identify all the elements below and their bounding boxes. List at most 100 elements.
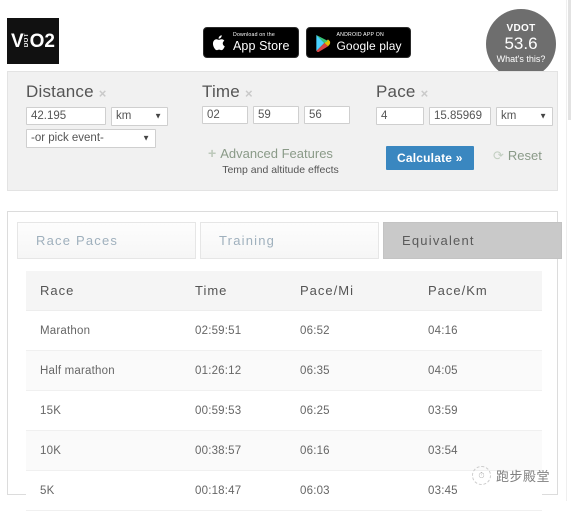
time-label-row: Time × (202, 82, 350, 102)
clear-distance-icon[interactable]: × (99, 87, 107, 100)
table-cell: 04:05 (414, 350, 542, 391)
vdoto2-logo[interactable]: V DOT O2 (7, 18, 59, 64)
app-page: V DOT O2 Download on the App Store ANDRO… (0, 0, 572, 511)
time-hours-input[interactable] (202, 106, 248, 124)
pace-seconds-input[interactable] (429, 106, 491, 125)
table-cell: 02:59:51 (181, 310, 286, 351)
table-head: Race Time Pace/Mi Pace/Km (26, 271, 542, 311)
table-row: Marathon 02:59:51 06:52 04:16 (26, 310, 542, 351)
advanced-features-subtitle: Temp and altitude effects (222, 164, 339, 176)
pick-event-wrap: -or pick event-MarathonHalf marathon15K1… (26, 128, 156, 148)
table-row: 10K 00:38:57 06:16 03:54 (26, 430, 542, 471)
table-cell: 00:18:47 (181, 470, 286, 511)
google-play-title: Google play (336, 39, 402, 54)
tab-race-paces[interactable]: Race Paces (17, 222, 196, 259)
distance-field-group: Distance × kmmim ▼ (26, 82, 168, 126)
distance-inputs: kmmim ▼ (26, 106, 168, 126)
refresh-icon: ⟳ (493, 148, 504, 163)
app-store-badge[interactable]: Download on the App Store (203, 27, 299, 58)
results-card: Race Paces Training Equivalent Race Time P… (7, 211, 562, 511)
equivalent-table: Race Time Pace/Mi Pace/Km Marathon 02:59:51 0… (26, 271, 542, 511)
play-triangle-icon (315, 34, 331, 52)
table-row: 15K 00:59:53 06:25 03:59 (26, 390, 542, 431)
watermark: ⏱ 跑步殿堂 (472, 466, 550, 485)
reset-label: Reset (507, 148, 542, 163)
distance-unit-wrap: kmmim ▼ (111, 106, 168, 126)
pace-inputs: kmmi ▼ (376, 106, 553, 126)
plus-icon: + (208, 145, 217, 161)
pace-unit-select[interactable]: kmmi (496, 106, 553, 126)
table-column-header: Pace/Km (414, 271, 542, 311)
table-cell: 03:59 (414, 390, 542, 431)
pace-unit-wrap: kmmi ▼ (496, 106, 553, 126)
table-header-row: Race Time Pace/Mi Pace/Km (26, 271, 542, 311)
vdot-value: 53.6 (504, 34, 538, 54)
time-minutes-input[interactable] (253, 106, 299, 124)
pace-field-group: Pace × kmmi ▼ (376, 82, 553, 126)
clear-pace-icon[interactable]: × (421, 87, 429, 100)
tab-equivalent[interactable]: Equivalent (383, 222, 562, 259)
google-play-subtitle: ANDROID APP ON (336, 31, 384, 38)
pace-label-row: Pace × (376, 82, 553, 102)
table-cell: 10K (26, 430, 181, 471)
reset-button[interactable]: ⟳ Reset (493, 148, 542, 163)
distance-unit-select[interactable]: kmmim (111, 106, 168, 126)
watermark-text: 跑步殿堂 (496, 470, 551, 485)
app-store-title: App Store (233, 38, 290, 53)
advanced-features-title: Advanced Features (220, 146, 333, 161)
tab-training-label: Training (219, 233, 276, 248)
pace-minutes-input[interactable] (376, 106, 424, 125)
table-row: Half marathon 01:26:12 06:35 04:05 (26, 350, 542, 391)
top-bar: V DOT O2 Download on the App Store ANDRO… (0, 0, 572, 79)
vdot-help-link[interactable]: What's this? (497, 54, 546, 65)
pick-event-select[interactable]: -or pick event-MarathonHalf marathon15K1… (26, 128, 156, 148)
tab-training[interactable]: Training (200, 222, 379, 259)
stopwatch-icon: ⏱ (472, 466, 491, 485)
time-inputs (202, 106, 350, 124)
google-play-text: ANDROID APP ON Google play (336, 31, 402, 54)
time-field-group: Time × (202, 82, 350, 124)
form-actions: + Advanced Features Temp and altitude ef… (208, 146, 548, 186)
calculator-form-panel: Distance × kmmim ▼ Time × (7, 71, 558, 191)
table-cell: 5K (26, 470, 181, 511)
table-cell: Half marathon (26, 350, 181, 391)
advanced-features-toggle[interactable]: + Advanced Features Temp and altitude ef… (208, 146, 339, 177)
equivalent-table-wrap: Race Time Pace/Mi Pace/Km Marathon 02:59:51 0… (26, 271, 542, 511)
logo-suffix: O2 (29, 30, 56, 52)
tab-race-paces-label: Race Paces (36, 233, 119, 248)
table-cell: 06:03 (286, 470, 414, 511)
table-cell: 06:52 (286, 310, 414, 351)
table-cell: 06:16 (286, 430, 414, 471)
table-column-header: Time (181, 271, 286, 311)
clear-time-icon[interactable]: × (245, 87, 253, 100)
table-cell: 15K (26, 390, 181, 431)
table-column-header: Pace/Mi (286, 271, 414, 311)
table-cell: 06:25 (286, 390, 414, 431)
tab-equivalent-label: Equivalent (402, 233, 475, 248)
time-seconds-input[interactable] (304, 106, 350, 124)
table-cell: 01:26:12 (181, 350, 286, 391)
pace-label: Pace (376, 82, 416, 101)
page-scrollbar[interactable] (566, 0, 572, 501)
table-cell: 06:35 (286, 350, 414, 391)
distance-label-row: Distance × (26, 82, 168, 102)
table-cell: 00:38:57 (181, 430, 286, 471)
calculate-button[interactable]: Calculate » (386, 146, 474, 170)
vdot-score-badge[interactable]: VDOT 53.6 What's this? (486, 9, 556, 79)
apple-icon (212, 34, 227, 52)
app-store-subtitle: Download on the (233, 31, 275, 38)
table-cell: 00:59:53 (181, 390, 286, 431)
table-body: Marathon 02:59:51 06:52 04:16 Half marathon 0… (26, 310, 542, 511)
table-cell: 03:54 (414, 430, 542, 471)
time-label: Time (202, 82, 240, 101)
google-play-badge[interactable]: ANDROID APP ON Google play (305, 27, 411, 58)
table-cell: 04:16 (414, 310, 542, 351)
logo-text: V DOT O2 (11, 32, 55, 51)
advanced-features-text: Advanced Features Temp and altitude effe… (220, 146, 339, 177)
logo-dot-text: DOT (23, 33, 30, 48)
table-column-header: Race (26, 271, 181, 311)
distance-input[interactable] (26, 106, 106, 125)
results-tabs: Race Paces Training Equivalent (17, 222, 562, 259)
scrollbar-thumb[interactable] (568, 0, 571, 120)
table-row: 5K 00:18:47 06:03 03:45 (26, 470, 542, 511)
